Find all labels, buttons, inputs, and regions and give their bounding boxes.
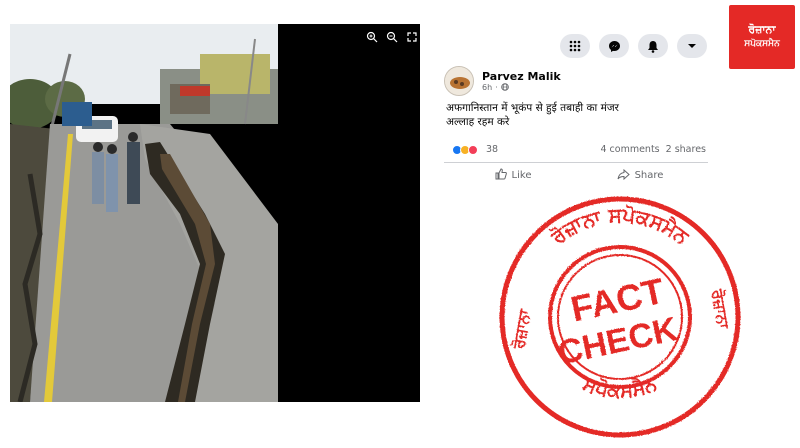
share-button[interactable]: Share bbox=[617, 168, 664, 183]
shares-count[interactable]: 2 shares bbox=[666, 144, 706, 155]
zoom-out-icon[interactable] bbox=[386, 28, 398, 43]
viewer-controls bbox=[366, 28, 418, 43]
post-time[interactable]: 6h bbox=[482, 83, 492, 92]
messenger-icon[interactable] bbox=[599, 34, 629, 58]
post-stats: 38 4 comments 2 shares bbox=[452, 144, 706, 155]
fullscreen-icon[interactable] bbox=[406, 28, 418, 42]
facebook-post: Parvez Malik 6h · अफगानिस्तान में भूकंप … bbox=[444, 64, 708, 181]
page: Parvez Malik 6h · अफगानिस्तान में भूकंप … bbox=[0, 0, 800, 448]
post-text-line-2: अल्लाह रहम करे bbox=[446, 116, 510, 128]
reactions[interactable]: 38 bbox=[452, 144, 498, 155]
love-reaction-icon bbox=[468, 144, 478, 155]
divider bbox=[444, 162, 708, 163]
post-text: अफगानिस्तान में भूकंप से हुई तबाही का मं… bbox=[444, 101, 708, 129]
zoom-in-icon[interactable] bbox=[366, 28, 378, 43]
globe-icon bbox=[500, 82, 509, 93]
share-label: Share bbox=[634, 170, 664, 181]
thumbs-up-icon bbox=[495, 168, 507, 183]
post-actions: Like Share bbox=[452, 168, 706, 183]
reaction-count: 38 bbox=[486, 144, 499, 155]
avatar[interactable] bbox=[444, 66, 474, 96]
logo-line-2: ਸਪੋਕਸਮੈਨ bbox=[744, 39, 780, 49]
post-text-line-1: अफगानिस्तान में भूकंप से हुई तबाही का मं… bbox=[446, 102, 619, 114]
facebook-topbar bbox=[560, 34, 707, 58]
like-button[interactable]: Like bbox=[495, 168, 532, 183]
comments-count[interactable]: 4 comments bbox=[600, 144, 659, 155]
account-dropdown-icon[interactable] bbox=[677, 34, 707, 58]
share-arrow-icon bbox=[617, 168, 630, 183]
stamp-ring-bottom: ਸਪੋਕਸਮੈਨ bbox=[579, 371, 661, 403]
logo-line-1: ਰੋਜ਼ਾਨਾ bbox=[748, 23, 776, 36]
post-author[interactable]: Parvez Malik bbox=[482, 70, 561, 83]
stamp-ring-left: ਰੋਜ਼ਾਨਾ bbox=[509, 307, 535, 352]
photo-viewer bbox=[10, 24, 420, 402]
stamp-ring-right: ਰੋਜ਼ਾਨਾ bbox=[707, 287, 733, 332]
fact-check-stamp: ਰੋਜ਼ਾਨਾ ਸਪੋਕਸਮੈਨ ਸਪੋਕਸਮੈਨ ਰੋਜ਼ਾਨਾ ਰੋਜ਼ਾਨ… bbox=[495, 192, 745, 442]
notifications-bell-icon[interactable] bbox=[638, 34, 668, 58]
earthquake-photo[interactable] bbox=[10, 24, 278, 402]
post-meta: 6h · bbox=[482, 82, 561, 93]
like-label: Like bbox=[511, 170, 532, 181]
menu-grid-icon[interactable] bbox=[560, 34, 590, 58]
spokesman-logo: ਰੋਜ਼ਾਨਾ ਸਪੋਕਸਮੈਨ bbox=[729, 5, 795, 69]
post-header: Parvez Malik 6h · bbox=[444, 64, 708, 98]
